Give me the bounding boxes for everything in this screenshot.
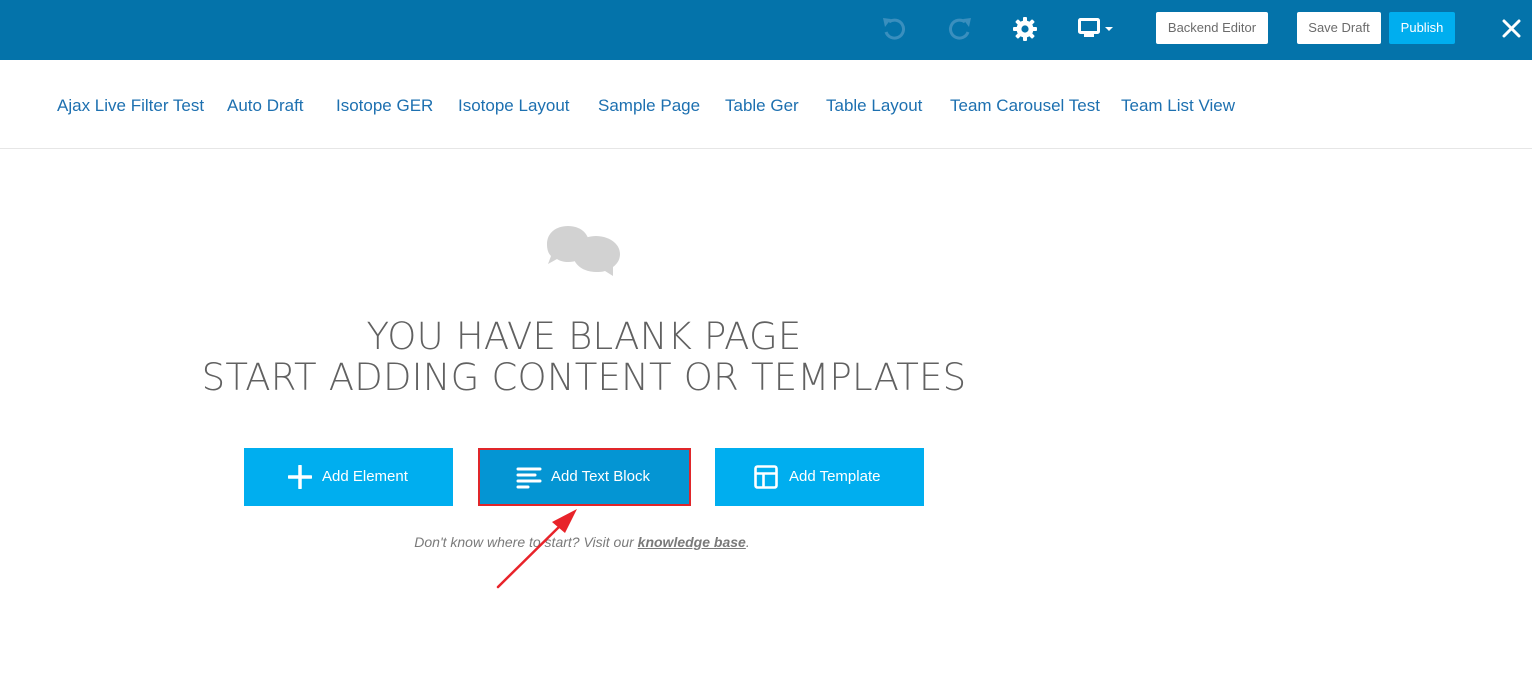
backend-editor-button[interactable]: Backend Editor <box>1156 12 1268 44</box>
add-text-block-label: Add Text Block <box>551 468 650 485</box>
save-draft-button[interactable]: Save Draft <box>1297 12 1381 44</box>
menu-item-sample-page[interactable]: Sample Page <box>598 96 700 116</box>
chat-bubbles-logo-icon <box>547 226 620 276</box>
plus-icon <box>288 465 312 489</box>
knowledge-base-link[interactable]: knowledge base <box>638 534 746 550</box>
add-template-button[interactable]: Add Template <box>715 448 924 506</box>
page-menu: Ajax Live Filter Test Auto Draft Isotope… <box>0 60 1532 149</box>
add-template-label: Add Template <box>789 468 881 485</box>
gear-icon[interactable] <box>1013 17 1037 41</box>
menu-item-table-layout[interactable]: Table Layout <box>826 96 922 116</box>
blank-page-title: YOU HAVE BLANK PAGE <box>366 315 802 358</box>
close-icon[interactable] <box>1502 19 1521 38</box>
add-element-button[interactable]: Add Element <box>244 448 453 506</box>
top-toolbar: Backend Editor Save Draft Publish <box>0 0 1532 60</box>
template-layout-icon <box>754 465 778 489</box>
menu-item-team-list-view[interactable]: Team List View <box>1121 96 1235 116</box>
menu-item-table-ger[interactable]: Table Ger <box>725 96 799 116</box>
menu-item-ajax-live-filter-test[interactable]: Ajax Live Filter Test <box>57 96 204 116</box>
blank-page-subtitle: START ADDING CONTENT OR TEMPLATES <box>201 356 967 399</box>
menu-item-auto-draft[interactable]: Auto Draft <box>227 96 304 116</box>
add-element-label: Add Element <box>322 468 408 485</box>
menu-item-isotope-ger[interactable]: Isotope GER <box>336 96 433 116</box>
redo-icon[interactable] <box>946 16 974 42</box>
monitor-dropdown-icon[interactable] <box>1078 18 1116 40</box>
menu-item-isotope-layout[interactable]: Isotope Layout <box>458 96 570 116</box>
menu-item-team-carousel-test[interactable]: Team Carousel Test <box>950 96 1100 116</box>
add-text-block-button[interactable]: Add Text Block <box>478 448 691 506</box>
undo-icon[interactable] <box>880 16 908 42</box>
text-lines-icon <box>516 467 542 489</box>
hint-suffix: . <box>745 534 750 550</box>
red-arrow-annotation-icon <box>496 509 577 589</box>
publish-button[interactable]: Publish <box>1389 12 1455 44</box>
